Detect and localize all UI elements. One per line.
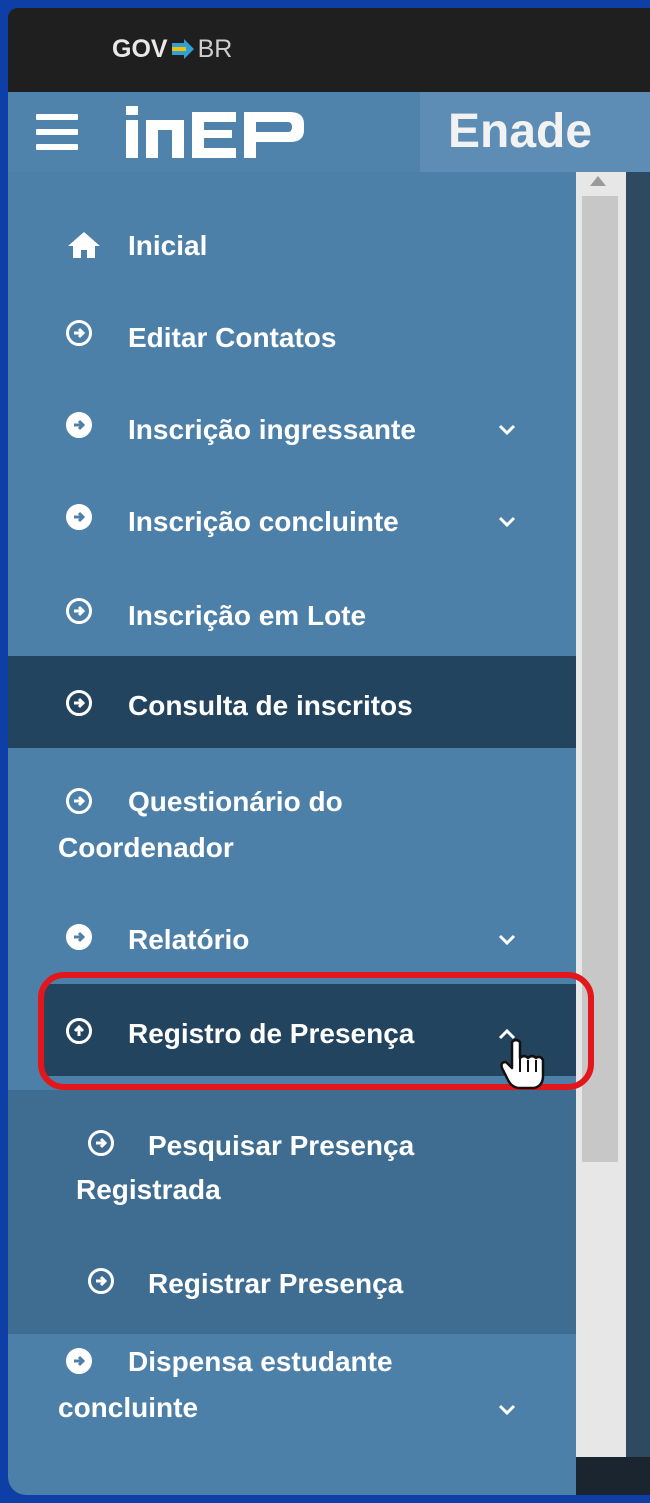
arrow-circle-right-icon (66, 690, 92, 716)
hand-pointer-cursor-icon (500, 1038, 545, 1090)
chevron-down-icon (498, 516, 516, 528)
gov-bar: GOV BR (8, 8, 650, 92)
app-window: GOV BR Enade Inicial Editar Contatos Ins… (8, 8, 650, 1495)
gov-br-logo[interactable]: GOV BR (112, 32, 232, 66)
arrow-circle-right-icon (66, 412, 92, 438)
sidebar-item-relatorio[interactable]: Relatório (8, 888, 576, 980)
sidebar-item-questionario-do-coordenador[interactable]: Questionário do Coordenador (8, 748, 576, 888)
sidebar-item-label-line2: concluinte (58, 1392, 199, 1423)
arrow-circle-right-icon (88, 1268, 114, 1294)
sidebar-item-label-line2: Registrada (76, 1174, 221, 1205)
arrow-circle-right-icon (66, 504, 92, 530)
arrow-circle-right-icon (66, 320, 92, 346)
app-title: Enade (448, 105, 593, 158)
sidebar-item-label: Relatório (128, 924, 250, 955)
home-icon (68, 232, 100, 258)
sidebar-item-label: Inscrição em Lote (128, 600, 367, 631)
sidebar-item-label: Registrar Presença (148, 1268, 404, 1299)
arrow-circle-right-icon (66, 924, 92, 950)
sidebar-item-editar-contatos[interactable]: Editar Contatos (8, 284, 576, 376)
tab-enade[interactable]: Enade (420, 92, 650, 172)
arrow-circle-right-icon (66, 788, 92, 814)
chevron-down-icon (498, 934, 516, 946)
arrow-circle-right-icon (66, 598, 92, 624)
sidebar-item-inscricao-em-lote[interactable]: Inscrição em Lote (8, 560, 576, 656)
arrow-circle-right-icon (88, 1130, 114, 1156)
gov-arrow-icon (171, 39, 194, 59)
chevron-down-icon (498, 424, 516, 436)
sidebar-item-label: Inscrição ingressante (128, 414, 416, 445)
sidebar-item-inscricao-ingressante[interactable]: Inscrição ingressante (8, 376, 576, 468)
arrow-circle-right-icon (66, 1348, 92, 1374)
sidebar-item-label: Consulta de inscritos (128, 690, 413, 721)
sidebar-item-consulta-de-inscritos[interactable]: Consulta de inscritos (8, 656, 576, 748)
sidebar-item-label-line2: Coordenador (58, 832, 234, 863)
sidebar-item-label-line1: Dispensa estudante (128, 1346, 393, 1377)
sidebar-item-label: Inicial (128, 230, 208, 261)
app-header: Enade (8, 92, 650, 172)
scroll-up-arrow-icon[interactable] (590, 176, 606, 186)
sidebar-item-label: Inscrição concluinte (128, 506, 399, 537)
hamburger-menu-icon[interactable] (36, 114, 78, 150)
sidebar-item-label-line1: Questionário do (128, 786, 343, 817)
br-text: BR (197, 34, 233, 63)
sidebar-subitem-pesquisar-presenca-registrada[interactable]: Pesquisar Presença Registrada (8, 1090, 576, 1232)
sidebar-item-dispensa-estudante-concluinte[interactable]: Dispensa estudante concluinte (8, 1308, 576, 1448)
sidebar-item-inicial[interactable]: Inicial (8, 192, 576, 284)
sidebar-item-label: Editar Contatos (128, 322, 337, 353)
sidebar-item-inscricao-concluinte[interactable]: Inscrição concluinte (8, 468, 576, 560)
sidebar-item-label-line1: Pesquisar Presença (148, 1130, 415, 1161)
chevron-down-icon (498, 1404, 516, 1416)
gov-text: GOV (112, 34, 168, 63)
main-content-edge (626, 172, 650, 1457)
inep-logo[interactable] (126, 106, 306, 158)
